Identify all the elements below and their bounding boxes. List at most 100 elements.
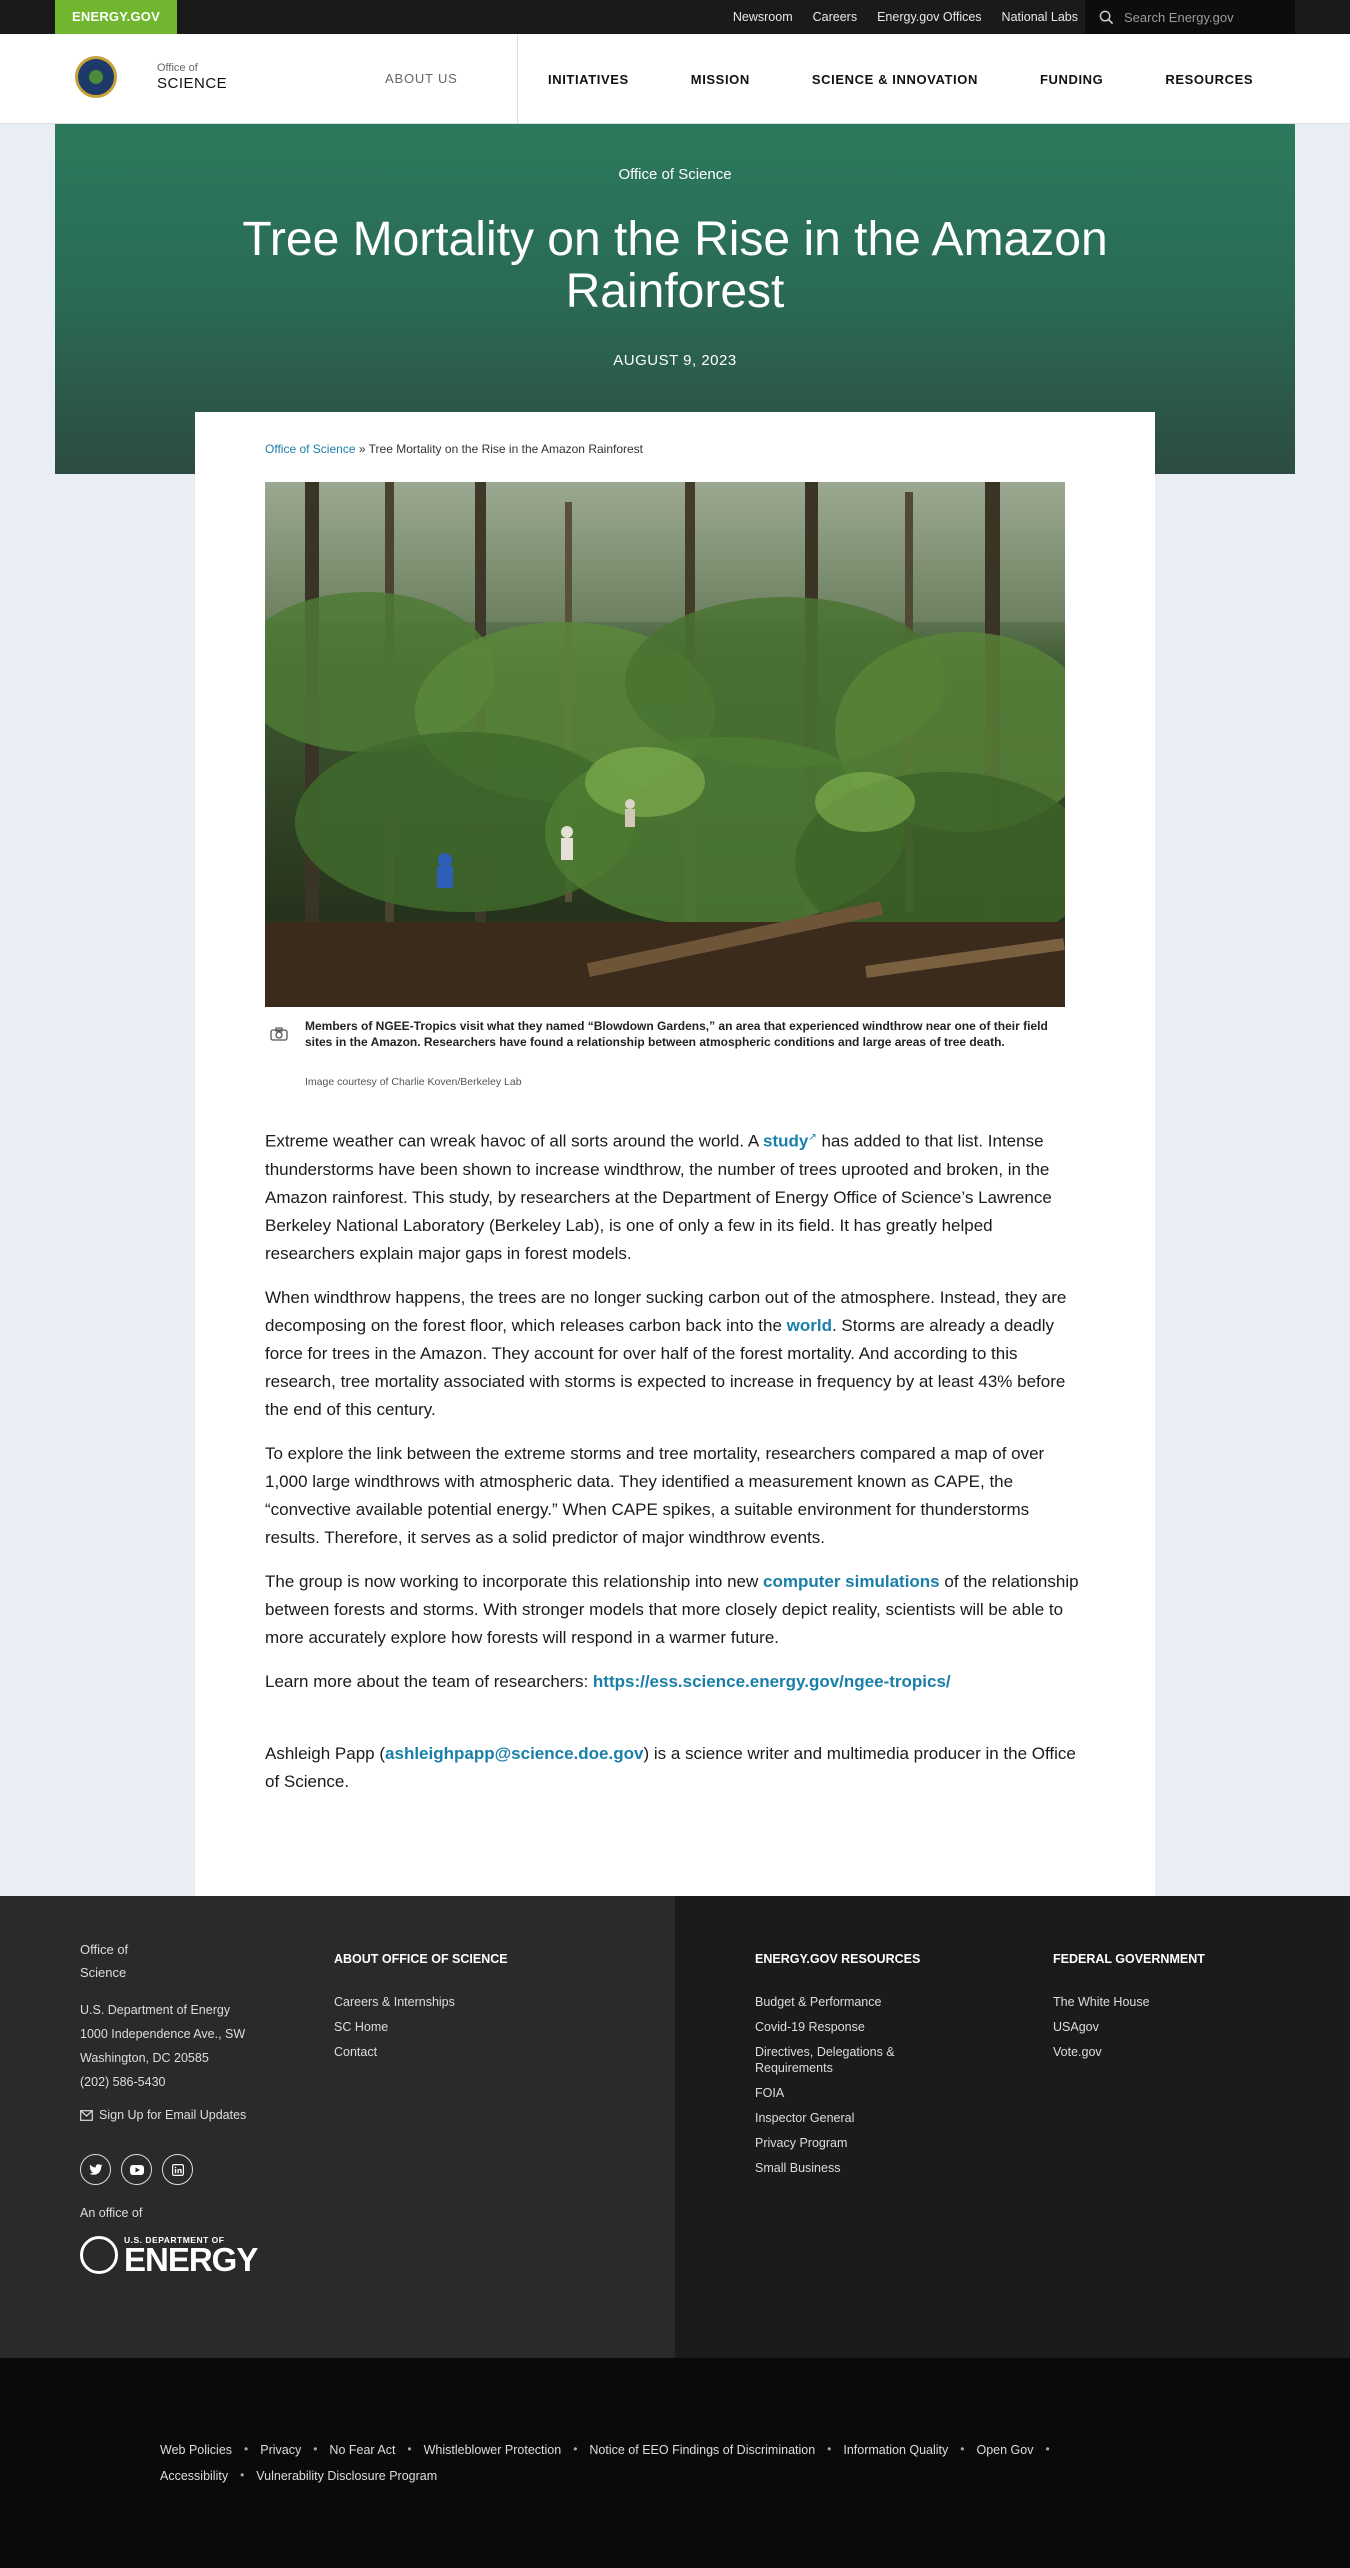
paragraph-text: Ashleigh Papp ( [265, 1743, 386, 1763]
footer-link[interactable]: Directives, Delegations & Requirements [755, 2044, 930, 2076]
address-line: Washington, DC 20585 [80, 2051, 209, 2065]
utility-bar: ENERGY.GOV Newsroom Careers Energy.gov O… [0, 0, 1350, 34]
nav-divider [517, 34, 518, 124]
footer-link[interactable]: Covid-19 Response [755, 2019, 930, 2035]
policy-link[interactable]: Web Policies [160, 2442, 232, 2458]
footer-link[interactable]: Small Business [755, 2160, 930, 2176]
utility-links: Newsroom Careers Energy.gov Offices Nati… [733, 0, 1078, 34]
newsroom-link[interactable]: Newsroom [733, 10, 793, 24]
brand-large-text: SCIENCE [157, 75, 228, 93]
image-caption: Members of NGEE-Tropics visit what they … [305, 1019, 1048, 1049]
footer-link[interactable]: USAgov [1053, 2019, 1205, 2035]
policy-links: Web Policies • Privacy • No Fear Act • Whis… [160, 2442, 1120, 2484]
footer-link[interactable]: SC Home [334, 2019, 508, 2035]
paragraph: When windthrow happens, the trees are no… [265, 1284, 1085, 1424]
separator-dot: • [573, 2442, 578, 2456]
sub-footer: Web Policies • Privacy • No Fear Act • Whis… [0, 2358, 1350, 2568]
policy-link[interactable]: Vulnerability Disclosure Program [256, 2468, 437, 2484]
main-nav: INITIATIVES MISSION SCIENCE & INNOVATION… [548, 34, 1315, 124]
nav-science-innovation[interactable]: SCIENCE & INNOVATION [812, 72, 978, 87]
doe-logo-large-text: ENERGY [124, 2241, 258, 2278]
social-links [80, 2154, 193, 2185]
article-photo [265, 482, 1065, 1007]
footer-link[interactable]: Vote.gov [1053, 2044, 1205, 2060]
footer-col-about: ABOUT OFFICE OF SCIENCE Careers & Intern… [334, 1952, 508, 2069]
nav-about-us[interactable]: ABOUT US [385, 34, 458, 124]
footer-col-title: ENERGY.GOV RESOURCES [755, 1952, 921, 1966]
separator-dot: • [240, 2468, 245, 2482]
phone-number[interactable]: (202) 586-5430 [80, 2070, 245, 2094]
offices-link[interactable]: Energy.gov Offices [877, 10, 981, 24]
camera-icon [270, 1027, 288, 1041]
ngee-tropics-link[interactable]: https://ess.science.energy.gov/ngee-trop… [593, 1672, 951, 1691]
office-of-science-logo[interactable]: Office of SCIENCE [157, 62, 227, 93]
footer-office-name[interactable]: Office of Science [80, 1938, 128, 1984]
footer-link[interactable]: Inspector General [755, 2110, 930, 2126]
computer-simulations-link[interactable]: computer simulations [763, 1572, 940, 1591]
footer-office-line: Science [80, 1965, 127, 1980]
address-line: U.S. Department of Energy [80, 2003, 231, 2017]
nav-funding[interactable]: FUNDING [1040, 72, 1103, 87]
nav-initiatives[interactable]: INITIATIVES [548, 72, 629, 87]
breadcrumb: Office of Science » Tree Mortality on th… [265, 442, 643, 456]
footer-office-line: Office of [80, 1942, 129, 1957]
publish-date: AUGUST 9, 2023 [613, 352, 737, 369]
footer-col-federal: FEDERAL GOVERNMENT The White House USAgo… [1053, 1952, 1205, 2069]
study-link[interactable]: study [763, 1132, 808, 1151]
nav-resources[interactable]: RESOURCES [1165, 72, 1253, 87]
footer-address: U.S. Department of Energy 1000 Independe… [80, 1998, 245, 2094]
footer-link[interactable]: FOIA [755, 2085, 930, 2101]
hero-eyebrow: Office of Science [618, 166, 732, 183]
footer-col-title: ABOUT OFFICE OF SCIENCE [334, 1952, 508, 1966]
article-card: Office of Science » Tree Mortality on th… [195, 412, 1155, 1896]
email-signup-label: Sign Up for Email Updates [99, 2108, 247, 2122]
site-header: Office of SCIENCE ABOUT US INITIATIVES M… [0, 34, 1350, 124]
footer-col-title: FEDERAL GOVERNMENT [1053, 1952, 1205, 1966]
policy-link[interactable]: Privacy [260, 2442, 301, 2458]
paragraph-text: The group is now working to incorporate … [265, 1571, 763, 1591]
linkedin-icon[interactable] [162, 2154, 193, 2185]
careers-link[interactable]: Careers [813, 10, 857, 24]
an-office-of-label: An office of [80, 2206, 143, 2220]
breadcrumb-separator: » [358, 442, 366, 456]
paragraph: To explore the link between the extreme … [265, 1443, 1045, 1547]
footer-link[interactable]: Contact [334, 2044, 508, 2060]
paragraph: The group is now working to incorporate … [265, 1568, 1085, 1652]
policy-link[interactable]: Accessibility [160, 2468, 228, 2484]
search-input[interactable] [1124, 9, 1284, 25]
policy-link[interactable]: Notice of EEO Findings of Discrimination [589, 2442, 815, 2458]
policy-link[interactable]: Open Gov [977, 2442, 1034, 2458]
doe-footer-logo[interactable]: U.S. DEPARTMENT OF ENERGY [80, 2235, 258, 2278]
policy-link[interactable]: Whistleblower Protection [424, 2442, 562, 2458]
world-link[interactable]: world [787, 1316, 832, 1335]
paragraph: Learn more about the team of researchers… [265, 1668, 1085, 1696]
policy-link[interactable]: No Fear Act [329, 2442, 395, 2458]
footer-link[interactable]: Careers & Internships [334, 1994, 508, 2010]
twitter-icon[interactable] [80, 2154, 111, 2185]
article-body: Extreme weather can wreak havoc of all s… [265, 1124, 1085, 1812]
separator-dot: • [407, 2442, 412, 2456]
email-signup-link[interactable]: Sign Up for Email Updates [80, 2108, 246, 2122]
breadcrumb-home-link[interactable]: Office of Science [265, 442, 356, 456]
external-link-icon: ↗ [808, 1132, 817, 1143]
separator-dot: • [1045, 2442, 1050, 2456]
national-labs-link[interactable]: National Labs [1002, 10, 1078, 24]
nav-mission[interactable]: MISSION [691, 72, 750, 87]
search-icon[interactable] [1099, 10, 1114, 25]
separator-dot: • [313, 2442, 318, 2456]
site-search [1085, 0, 1295, 34]
footer-link[interactable]: The White House [1053, 1994, 1205, 2010]
site-footer: Office of Science U.S. Department of Ene… [0, 1896, 1350, 2358]
image-credit: Image courtesy of Charlie Koven/Berkeley… [305, 1076, 522, 1088]
doe-seal-logo[interactable] [75, 56, 117, 98]
energy-gov-home-link[interactable]: ENERGY.GOV [55, 0, 177, 34]
footer-link[interactable]: Privacy Program [755, 2135, 930, 2151]
address-line: 1000 Independence Ave., SW [80, 2027, 246, 2041]
author-email-link[interactable]: ashleighpapp@science.doe.gov [385, 1744, 643, 1763]
policy-link[interactable]: Information Quality [843, 2442, 948, 2458]
breadcrumb-current: Tree Mortality on the Rise in the Amazon… [368, 442, 644, 456]
footer-link[interactable]: Budget & Performance [755, 1994, 930, 2010]
separator-dot: • [960, 2442, 965, 2456]
youtube-icon[interactable] [121, 2154, 152, 2185]
paragraph-text: Extreme weather can wreak havoc of all s… [265, 1131, 763, 1151]
